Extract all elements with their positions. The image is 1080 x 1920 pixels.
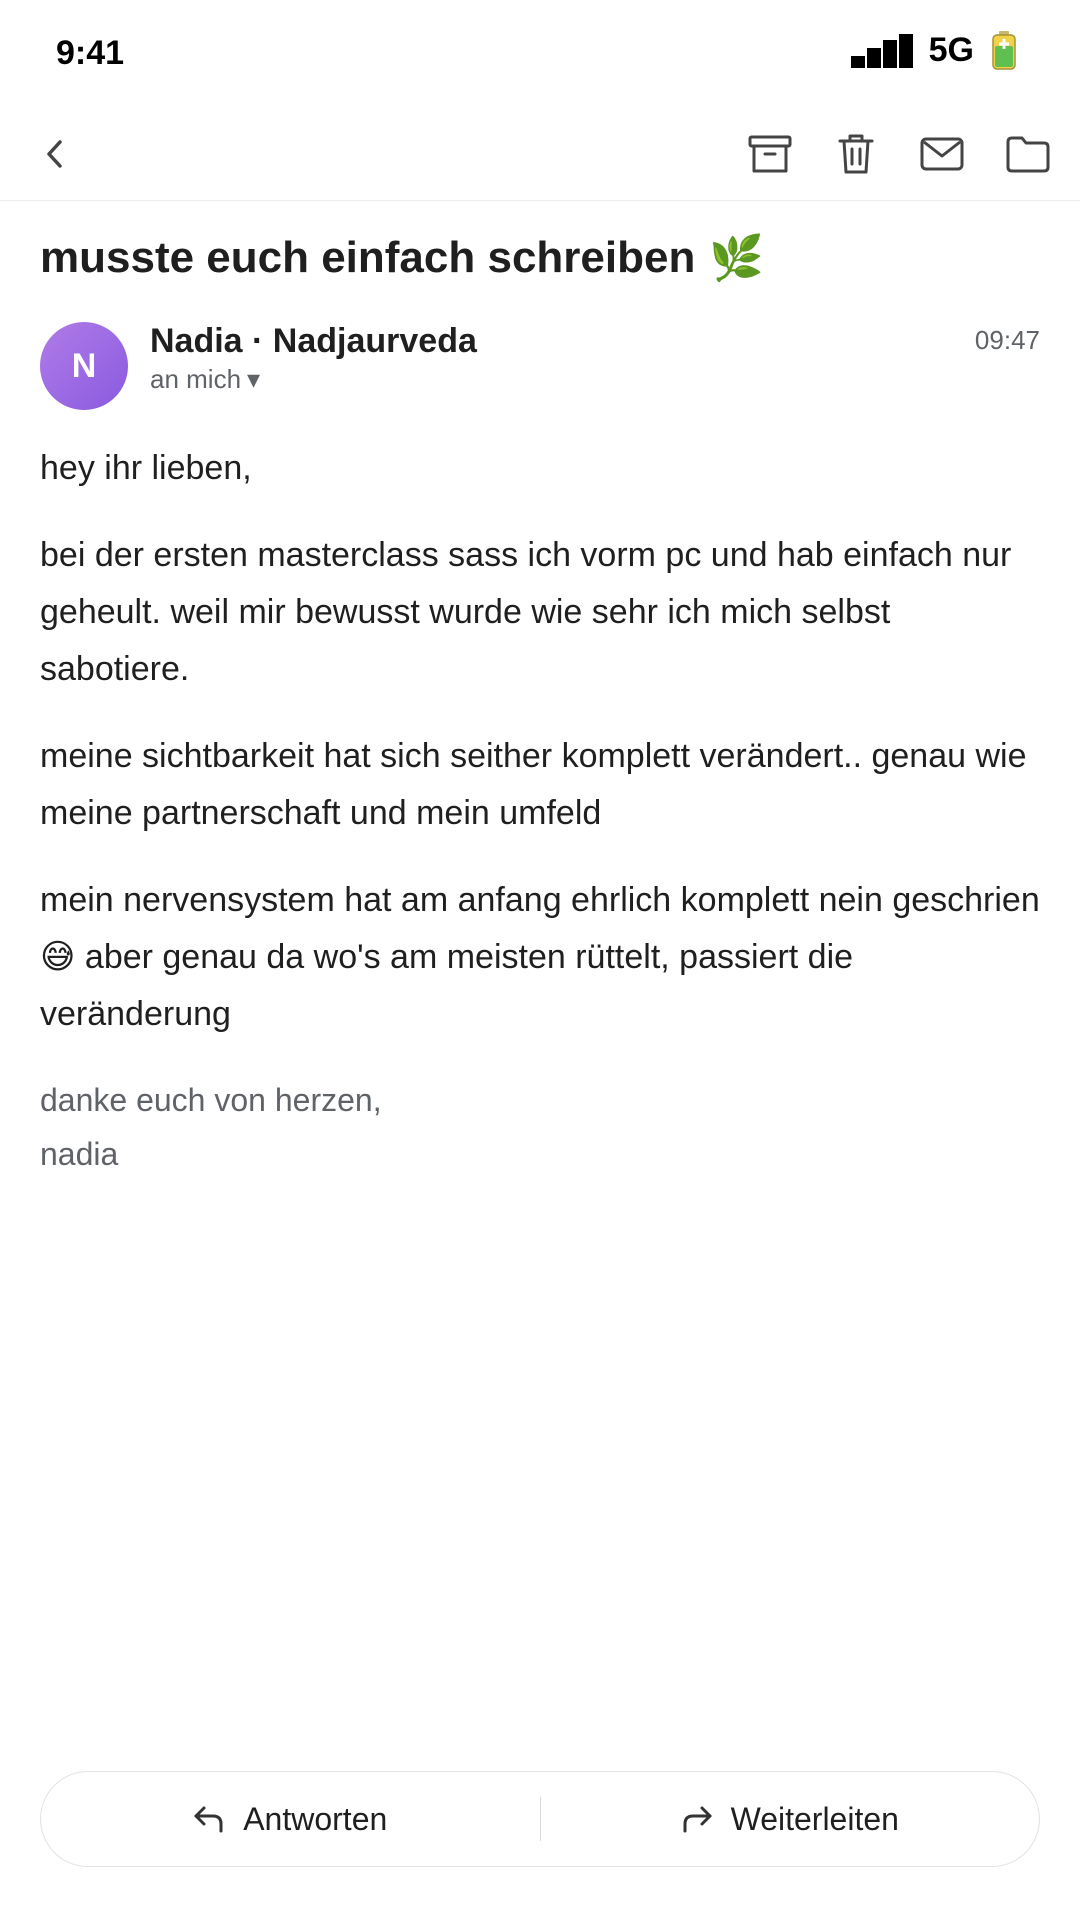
- forward-button[interactable]: Weiterleiten: [541, 1772, 1040, 1866]
- sender-name[interactable]: Nadia · Nadjaurveda: [150, 322, 477, 361]
- archive-button[interactable]: [740, 124, 800, 184]
- sender-avatar[interactable]: N: [40, 322, 128, 410]
- mail-icon: [920, 137, 964, 171]
- paragraph-3-start: mein nervensystem hat am anfang ehrlich …: [40, 881, 1040, 919]
- reply-icon: [194, 1806, 223, 1833]
- status-time: 9:41: [56, 34, 125, 72]
- forward-icon: [683, 1806, 712, 1833]
- body-paragraph-2: meine sichtbarkeit hat sich seither komp…: [40, 737, 1027, 832]
- delete-button[interactable]: [826, 124, 886, 184]
- body-greeting: hey ihr lieben,: [40, 449, 252, 487]
- forward-label: Weiterleiten: [730, 1800, 899, 1837]
- recipient-toggle[interactable]: an mich ▾: [150, 364, 260, 395]
- reply-button[interactable]: Antworten: [41, 1772, 540, 1866]
- reply-label: Antworten: [243, 1800, 388, 1837]
- folder-icon: [1006, 136, 1050, 173]
- email-subject: musste euch einfach schreiben 🌿: [40, 232, 1040, 284]
- body-paragraph-1: bei der ersten masterclass sass ich vorm…: [40, 536, 1012, 688]
- mark-unread-button[interactable]: [912, 124, 972, 184]
- message-toolbar: [0, 110, 1080, 201]
- signal-bars-icon: [850, 32, 913, 68]
- reply-action-bar: Antworten Weiterleiten: [40, 1771, 1040, 1867]
- move-folder-button[interactable]: [998, 124, 1058, 184]
- email-time: 09:47: [974, 325, 1040, 355]
- archive-icon: [748, 135, 792, 173]
- back-button[interactable]: [26, 124, 82, 184]
- trash-icon: [838, 134, 874, 174]
- paragraph-3-end: aber genau da wo's am meisten rüttelt, p…: [40, 938, 854, 1033]
- signoff: danke euch von herzen, nadia: [40, 1073, 1040, 1181]
- sweat-smile-emoji: 😅: [40, 937, 76, 977]
- battery-icon: [984, 30, 1024, 70]
- chevron-left-icon: [47, 140, 62, 168]
- status-bar: 9:41 5G: [0, 0, 1080, 110]
- signoff-line-1: danke euch von herzen,: [40, 1082, 382, 1118]
- body-paragraph-3: mein nervensystem hat am anfang ehrlich …: [40, 872, 1040, 1043]
- signoff-line-2: nadia: [40, 1136, 119, 1172]
- status-indicators: 5G: [850, 30, 1024, 70]
- toolbar-actions: [740, 124, 1058, 184]
- leaf-emoji: 🌿: [709, 233, 765, 284]
- chevron-down-icon: ▾: [247, 364, 261, 394]
- subject-text: musste euch einfach schreiben: [40, 233, 696, 282]
- network-label: 5G: [928, 30, 974, 69]
- recipient-label: an mich: [150, 364, 242, 394]
- email-body: hey ihr lieben, bei der ersten mastercla…: [40, 440, 1040, 1181]
